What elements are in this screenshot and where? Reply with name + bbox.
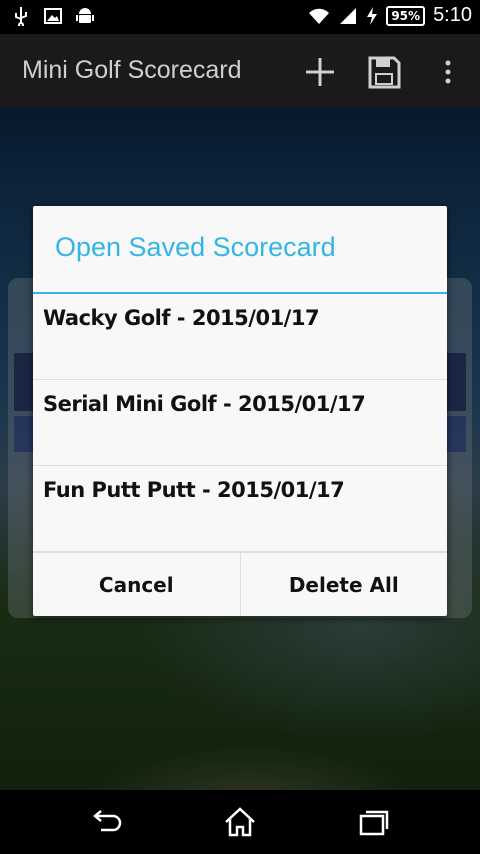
dialog-button-row: Cancel Delete All — [33, 552, 447, 616]
list-item[interactable]: Serial Mini Golf - 2015/01/17 — [33, 380, 447, 466]
wifi-icon — [309, 8, 330, 24]
add-icon[interactable] — [300, 52, 340, 92]
navigation-bar — [0, 790, 480, 854]
action-bar: Mini Golf Scorecard — [0, 34, 480, 108]
home-icon[interactable] — [223, 806, 257, 838]
list-item-label: Fun Putt Putt - 2015/01/17 — [43, 478, 345, 502]
image-icon — [44, 8, 62, 24]
save-icon[interactable] — [364, 52, 404, 92]
android-icon — [76, 8, 94, 23]
back-icon[interactable] — [91, 806, 125, 838]
battery-indicator: 95% — [386, 5, 426, 26]
list-item-label: Serial Mini Golf - 2015/01/17 — [43, 392, 366, 416]
usb-icon — [15, 7, 27, 26]
list-item-label: Wacky Golf - 2015/01/17 — [43, 306, 320, 330]
cancel-button[interactable]: Cancel — [33, 553, 240, 616]
status-bar: 95% 5:10 — [0, 0, 480, 34]
app-title: Mini Golf Scorecard — [22, 56, 242, 84]
saved-scorecard-list: Wacky Golf - 2015/01/17 Serial Mini Golf… — [33, 294, 447, 552]
charging-icon — [367, 6, 378, 25]
signal-icon — [340, 7, 357, 24]
list-item[interactable]: Fun Putt Putt - 2015/01/17 — [33, 466, 447, 552]
list-item[interactable]: Wacky Golf - 2015/01/17 — [33, 294, 447, 380]
overflow-menu-icon[interactable] — [428, 52, 468, 92]
open-scorecard-dialog: Open Saved Scorecard Wacky Golf - 2015/0… — [33, 206, 447, 616]
clock: 5:10 — [433, 4, 472, 26]
recent-apps-icon[interactable] — [357, 806, 391, 838]
dialog-title: Open Saved Scorecard — [55, 232, 336, 262]
delete-all-button[interactable]: Delete All — [239, 553, 448, 616]
